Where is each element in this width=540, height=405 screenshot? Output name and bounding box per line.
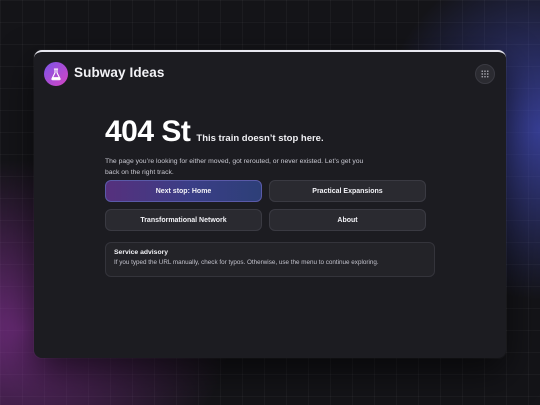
transformational-network-button[interactable]: Transformational Network [105, 209, 262, 231]
advisory-title: Service advisory [114, 249, 169, 256]
error-title: 404 St [105, 115, 191, 148]
error-subtitle: This train doesn’t stop here. [196, 133, 324, 144]
advisory-text: If you typed the URL manually, check for… [114, 259, 379, 266]
flask-icon[interactable] [44, 62, 68, 86]
main-window: Subway Ideas 404 St This train doesn’t s… [34, 50, 506, 358]
service-advisory: Service advisory If you typed the URL ma… [105, 242, 435, 277]
header: Subway Ideas [34, 52, 506, 98]
home-button[interactable]: Next stop: Home [105, 180, 262, 202]
practical-expansions-button[interactable]: Practical Expansions [269, 180, 426, 202]
error-description: The page you’re looking for either moved… [105, 158, 364, 176]
error-hero: 404 St This train doesn’t stop here. The… [105, 115, 435, 178]
about-button[interactable]: About [269, 209, 426, 231]
title-row: 404 St This train doesn’t stop here. [105, 115, 435, 149]
brand-title: Subway Ideas [74, 65, 165, 80]
grid-menu-icon[interactable] [475, 64, 495, 84]
